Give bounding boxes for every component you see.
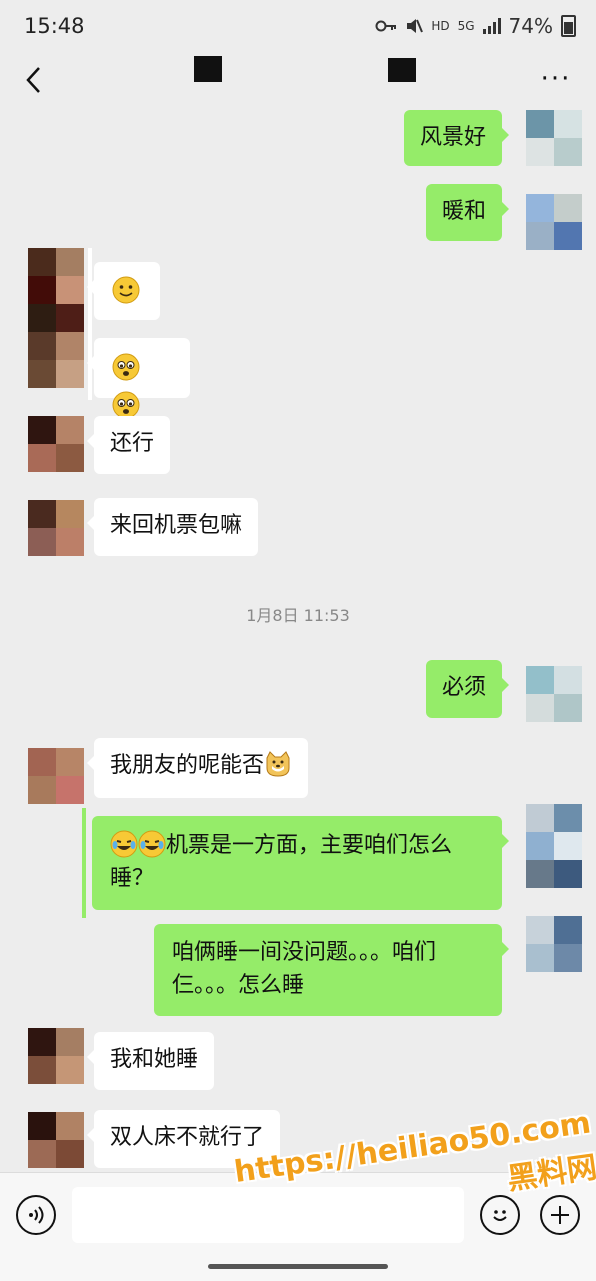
timestamp: 1月8日 11:53 (246, 606, 350, 625)
avatar[interactable] (526, 804, 582, 888)
plus-button[interactable] (540, 1195, 580, 1235)
message-bubble[interactable]: 还行 (86, 416, 171, 474)
chevron-left-icon (26, 67, 40, 93)
signal-icon (482, 18, 501, 34)
laugh-cry-emoji-icon (110, 830, 138, 858)
key-icon (375, 20, 397, 32)
status-time: 15:48 (24, 14, 85, 38)
message-bubble[interactable]: 暖和 (425, 184, 510, 241)
message-bubble[interactable]: 来回机票包嘛 (86, 498, 259, 556)
status-icons: HD 5G 74% (375, 14, 576, 38)
status-bar: 15:48 HD 5G 74% (0, 0, 596, 52)
hd-label: HD (431, 19, 450, 33)
chat-title-redacted (194, 56, 222, 82)
avatar[interactable] (28, 416, 84, 472)
laugh-cry-emoji-icon (138, 830, 166, 858)
message-bubble[interactable]: 咱俩睡一间没问题。。。咱们仨。。。怎么睡 (154, 924, 509, 1016)
pleading-emoji-icon (112, 353, 140, 381)
avatar[interactable] (28, 1112, 84, 1168)
avatar[interactable] (526, 110, 582, 166)
network-label: 5G (457, 19, 475, 33)
selection-bar (82, 808, 86, 918)
message-bubble[interactable]: 机票是一方面，主要咱们怎么睡？ (92, 816, 509, 910)
back-button[interactable] (16, 60, 52, 100)
avatar[interactable] (526, 194, 582, 250)
avatar[interactable] (28, 248, 84, 388)
message-bubble[interactable] (87, 262, 160, 320)
battery-icon (561, 15, 576, 37)
chat-title-redacted (388, 58, 416, 82)
message-bubble[interactable]: 必须 (425, 660, 510, 718)
battery-percent: 74% (508, 14, 553, 38)
avatar[interactable] (526, 666, 582, 722)
emoji-icon (493, 1210, 507, 1221)
plus-icon (551, 1206, 569, 1224)
avatar[interactable] (28, 500, 84, 556)
avatar[interactable] (526, 916, 582, 972)
message-text: 我朋友的呢能否 (110, 753, 265, 778)
voice-icon (29, 1206, 44, 1224)
voice-button[interactable] (16, 1195, 56, 1235)
message-bubble[interactable] (87, 338, 190, 419)
mute-icon (407, 19, 424, 33)
message-bubble[interactable]: 我朋友的呢能否 (86, 738, 309, 798)
pleading-emoji-icon (112, 391, 140, 419)
chat-header: ··· (0, 52, 596, 108)
chat-area[interactable]: 风景好 暖和 还行 来回机票包嘛 1月8日 11:53 必须 我朋友的呢能否 机… (0, 108, 596, 1172)
doge-emoji-icon (266, 751, 290, 777)
selection-bar (88, 248, 92, 400)
home-indicator[interactable] (208, 1264, 388, 1269)
avatar[interactable] (28, 748, 84, 804)
avatar[interactable] (28, 1028, 84, 1084)
more-button[interactable]: ··· (536, 64, 576, 94)
smile-emoji-icon (112, 276, 140, 304)
message-bubble[interactable]: 我和她睡 (86, 1032, 215, 1090)
message-bubble[interactable]: 风景好 (403, 110, 510, 166)
